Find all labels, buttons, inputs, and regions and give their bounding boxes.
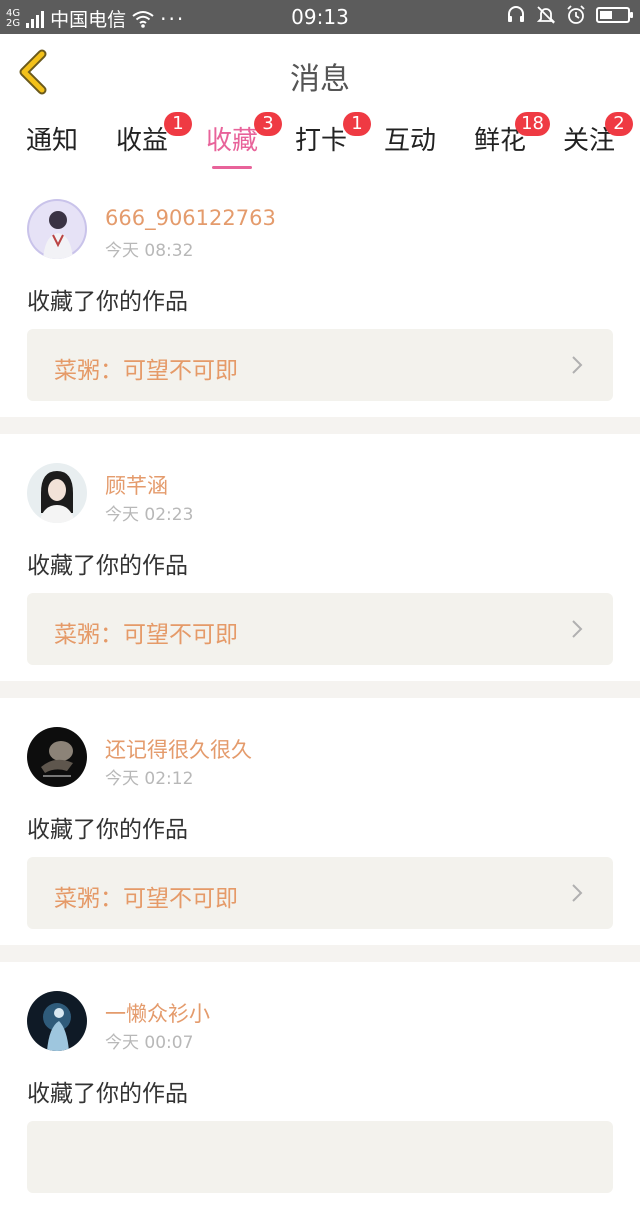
username[interactable]: 一懒众衫小 xyxy=(105,998,210,1028)
active-tab-indicator xyxy=(212,166,253,169)
action-text: 收藏了你的作品 xyxy=(27,817,188,843)
action-text: 收藏了你的作品 xyxy=(27,553,188,579)
bell-muted-icon xyxy=(536,6,556,24)
tab-badge: 1 xyxy=(343,112,372,136)
tab-flowers[interactable]: 鲜花 18 xyxy=(474,112,551,157)
tab-checkin[interactable]: 打卡 1 xyxy=(295,112,372,157)
tab-following[interactable]: 关注 2 xyxy=(563,112,634,157)
tab-label: 收益 xyxy=(116,126,169,156)
avatar[interactable] xyxy=(27,199,87,259)
username[interactable]: 还记得很久很久 xyxy=(105,734,252,764)
tab-label: 打卡 xyxy=(295,126,348,156)
timestamp: 今天 00:07 xyxy=(105,1033,194,1053)
tab-bar: 通知 收益 1 收藏 3 打卡 1 互动 鲜花 18 关注 2 xyxy=(0,110,640,170)
work-card[interactable]: 菜粥：可望不可即 xyxy=(27,593,613,665)
status-right xyxy=(506,5,633,25)
work-title: 菜粥：可望不可即 xyxy=(54,886,238,912)
avatar[interactable] xyxy=(27,991,87,1051)
tab-label: 收藏 xyxy=(206,126,259,156)
tab-notifications[interactable]: 通知 xyxy=(26,120,78,157)
chevron-right-icon xyxy=(572,620,583,638)
timestamp: 今天 08:32 xyxy=(105,241,194,261)
tab-label: 通知 xyxy=(26,126,79,156)
avatar[interactable] xyxy=(27,463,87,523)
timestamp: 今天 02:23 xyxy=(105,505,194,525)
divider xyxy=(0,945,640,962)
tab-badge: 1 xyxy=(164,112,193,136)
chevron-right-icon xyxy=(572,356,583,374)
list-item: 顾芊涵 今天 02:23 收藏了你的作品 菜粥：可望不可即 xyxy=(0,434,640,681)
tab-interactions[interactable]: 互动 xyxy=(384,120,436,157)
tab-favorites[interactable]: 收藏 3 xyxy=(206,112,283,169)
list-item: 一懒众衫小 今天 00:07 收藏了你的作品 xyxy=(0,962,640,1209)
list-item: 666_906122763 今天 08:32 收藏了你的作品 菜粥：可望不可即 xyxy=(0,170,640,417)
action-text: 收藏了你的作品 xyxy=(27,1081,188,1107)
chevron-right-icon xyxy=(572,884,583,902)
tab-badge: 3 xyxy=(254,112,283,136)
header: 消息 xyxy=(0,34,640,111)
action-text: 收藏了你的作品 xyxy=(27,289,188,315)
username[interactable]: 666_906122763 xyxy=(105,206,276,230)
battery-fill xyxy=(600,11,612,19)
work-card[interactable]: 菜粥：可望不可即 xyxy=(27,329,613,401)
work-card[interactable] xyxy=(27,1121,613,1193)
status-bar: 4G 2G 中国电信 ··· 09:13 xyxy=(0,0,640,34)
alarm-icon xyxy=(567,5,585,24)
work-card[interactable]: 菜粥：可望不可即 xyxy=(27,857,613,929)
username[interactable]: 顾芊涵 xyxy=(105,470,168,500)
headset-icon xyxy=(508,6,524,22)
tab-label: 互动 xyxy=(384,126,437,156)
battery-icon xyxy=(596,7,633,23)
message-list: 666_906122763 今天 08:32 收藏了你的作品 菜粥：可望不可即 … xyxy=(0,170,640,1209)
avatar[interactable] xyxy=(27,727,87,787)
tab-badge: 18 xyxy=(515,112,551,136)
page-title: 消息 xyxy=(290,62,350,97)
work-title: 菜粥：可望不可即 xyxy=(54,358,238,384)
tab-badge: 2 xyxy=(605,112,634,136)
divider xyxy=(0,681,640,698)
work-title: 菜粥：可望不可即 xyxy=(54,622,238,648)
divider xyxy=(0,417,640,434)
tab-earnings[interactable]: 收益 1 xyxy=(116,112,193,157)
list-item: 还记得很久很久 今天 02:12 收藏了你的作品 菜粥：可望不可即 xyxy=(0,698,640,945)
timestamp: 今天 02:12 xyxy=(105,769,194,789)
